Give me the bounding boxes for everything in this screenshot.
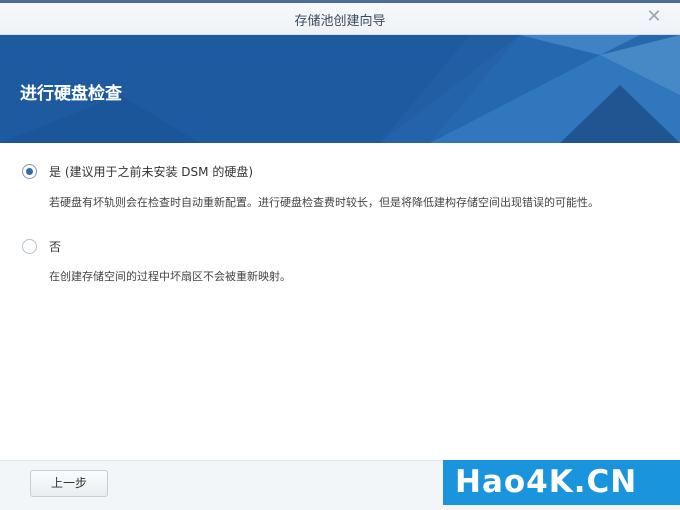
radio-yes[interactable] — [22, 164, 37, 179]
window-titlebar: 存储池创建向导 ✕ — [0, 0, 680, 35]
option-yes-label: 是 (建议用于之前未安装 DSM 的硬盘) — [49, 165, 254, 179]
option-yes-description: 若硬盘有坏轨则会在检查时自动重新配置。进行硬盘检查费时较长，但是将降低建构存储空… — [49, 196, 599, 209]
option-no-label: 否 — [49, 240, 62, 254]
close-icon[interactable]: ✕ — [646, 8, 662, 26]
header-banner: 进行硬盘检查 — [0, 35, 680, 143]
option-no-description: 在创建存储空间的过程中坏扇区不会被重新映射。 — [49, 270, 291, 283]
radio-no[interactable] — [22, 239, 37, 254]
back-button[interactable]: 上一步 — [30, 470, 108, 497]
option-yes[interactable]: 是 (建议用于之前未安装 DSM 的硬盘) — [22, 163, 253, 180]
watermark-logo: Hao4K.CN — [443, 460, 680, 505]
option-no[interactable]: 否 — [22, 238, 61, 255]
page-heading: 进行硬盘检查 — [20, 84, 122, 104]
window-title: 存储池创建向导 — [294, 14, 386, 29]
